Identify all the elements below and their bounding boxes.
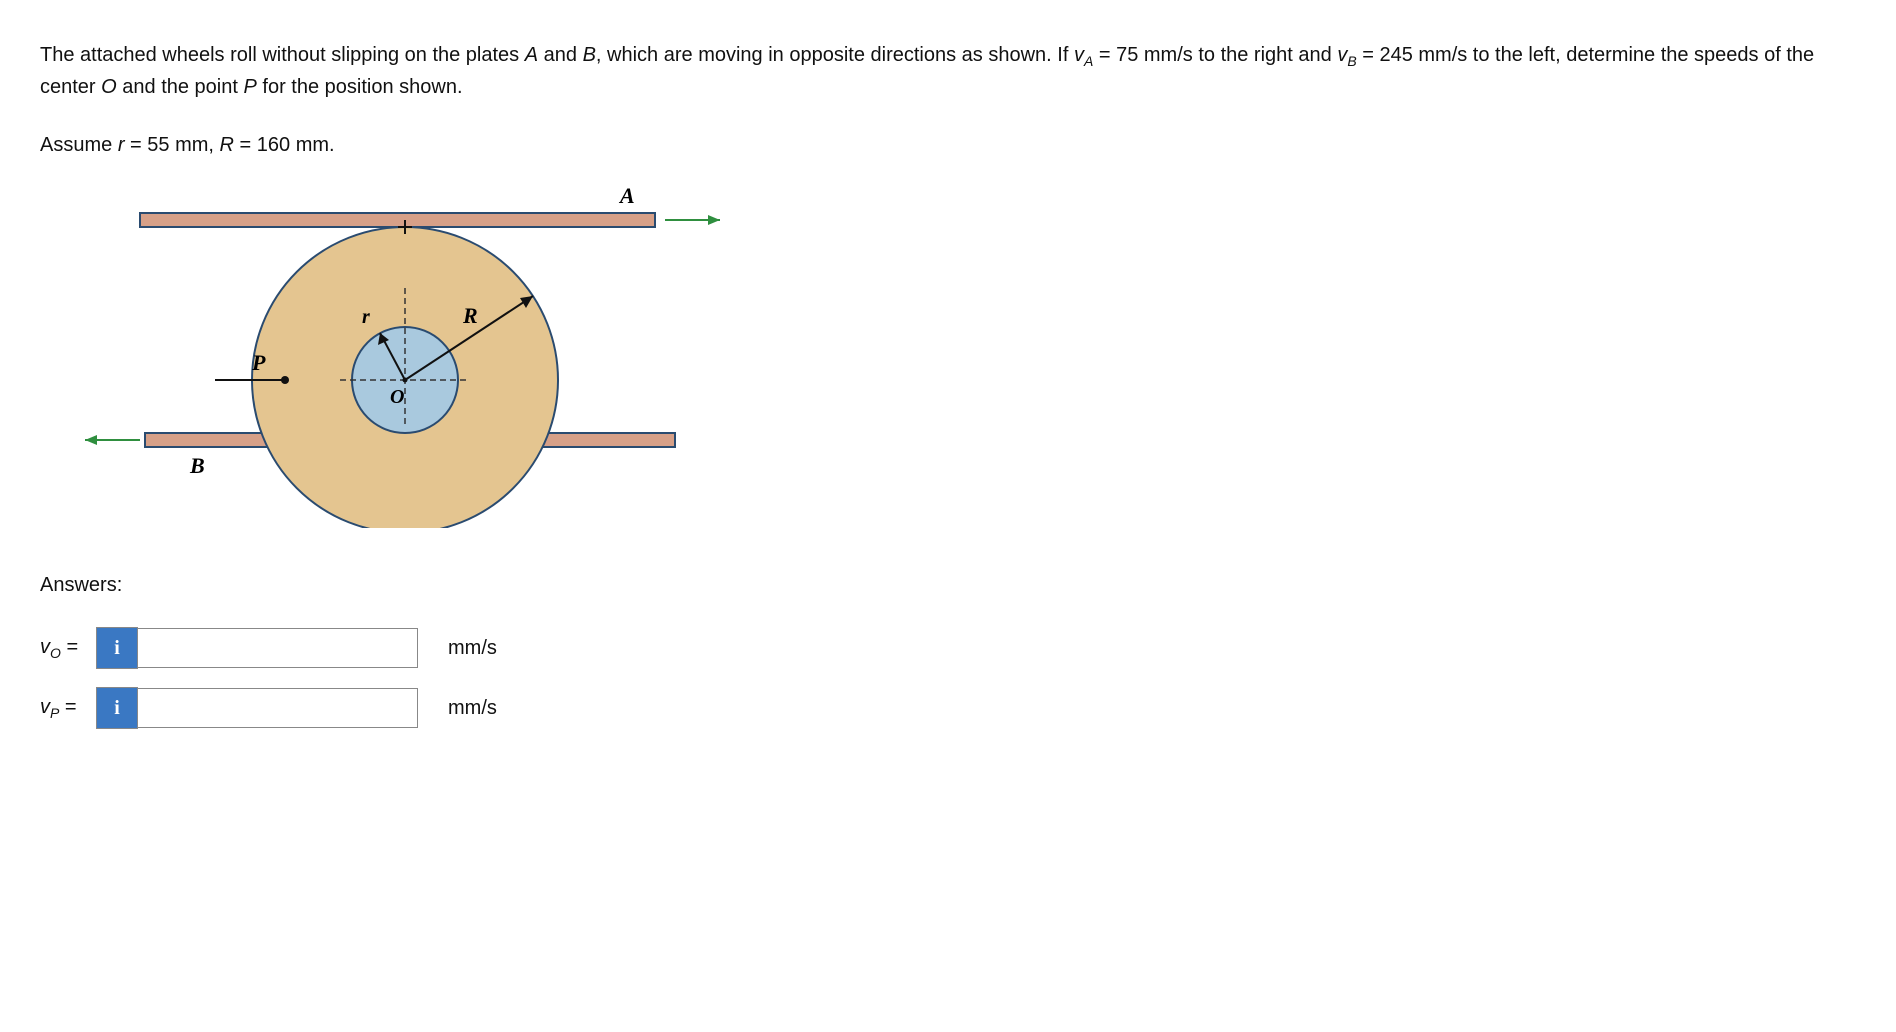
text: Assume (40, 134, 118, 156)
problem-statement: The attached wheels roll without slippin… (40, 40, 1856, 102)
arrow-a-head (708, 215, 720, 225)
vo-symbol: v (40, 636, 50, 658)
vb-subscript: B (1347, 53, 1356, 69)
text: The attached wheels roll without slippin… (40, 44, 525, 66)
vp-input[interactable] (138, 688, 418, 728)
answer-row-vp: vP = i mm/s (40, 687, 1856, 729)
va-value: = 75 mm/s to the right and (1093, 44, 1337, 66)
label-p: P (251, 350, 266, 375)
center-dot (403, 378, 408, 383)
wheel-diagram: A B r R O P (40, 188, 740, 528)
va-subscript: A (1084, 53, 1093, 69)
label-o: O (390, 386, 404, 408)
plate-a-rect (140, 213, 655, 227)
text: and the point (117, 76, 244, 98)
p-dot (281, 376, 289, 384)
assumption-text: Assume r = 55 mm, R = 160 mm. (40, 130, 1856, 160)
vo-label: vO = (40, 636, 96, 661)
info-icon[interactable]: i (96, 627, 138, 669)
plate-b: B (583, 44, 596, 66)
plate-a: A (525, 44, 538, 66)
equals: = (61, 636, 78, 658)
vb-symbol: v (1337, 44, 1347, 66)
label-b: B (189, 453, 205, 478)
label-a: A (618, 188, 635, 208)
answer-row-vo: vO = i mm/s (40, 627, 1856, 669)
vp-subscript: P (50, 705, 59, 721)
point-p: P (244, 76, 257, 98)
center-o: O (101, 76, 117, 98)
big-r-value: = 160 mm. (234, 134, 335, 156)
info-icon[interactable]: i (96, 687, 138, 729)
vo-subscript: O (50, 645, 61, 661)
text: for the position shown. (257, 76, 463, 98)
vp-symbol: v (40, 696, 50, 718)
label-big-r: R (462, 303, 478, 328)
r-value: = 55 mm, (124, 134, 219, 156)
text: , which are moving in opposite direction… (596, 44, 1074, 66)
arrow-b-head (85, 435, 97, 445)
vp-unit: mm/s (448, 697, 497, 720)
vo-unit: mm/s (448, 637, 497, 660)
figure: A B r R O P (40, 188, 1856, 534)
vo-input[interactable] (138, 628, 418, 668)
vp-label: vP = (40, 696, 96, 721)
text: and (538, 44, 582, 66)
va-symbol: v (1074, 44, 1084, 66)
label-r: r (362, 306, 370, 328)
equals: = (59, 696, 76, 718)
big-r-symbol: R (220, 134, 234, 156)
answers-heading: Answers: (40, 574, 1856, 597)
